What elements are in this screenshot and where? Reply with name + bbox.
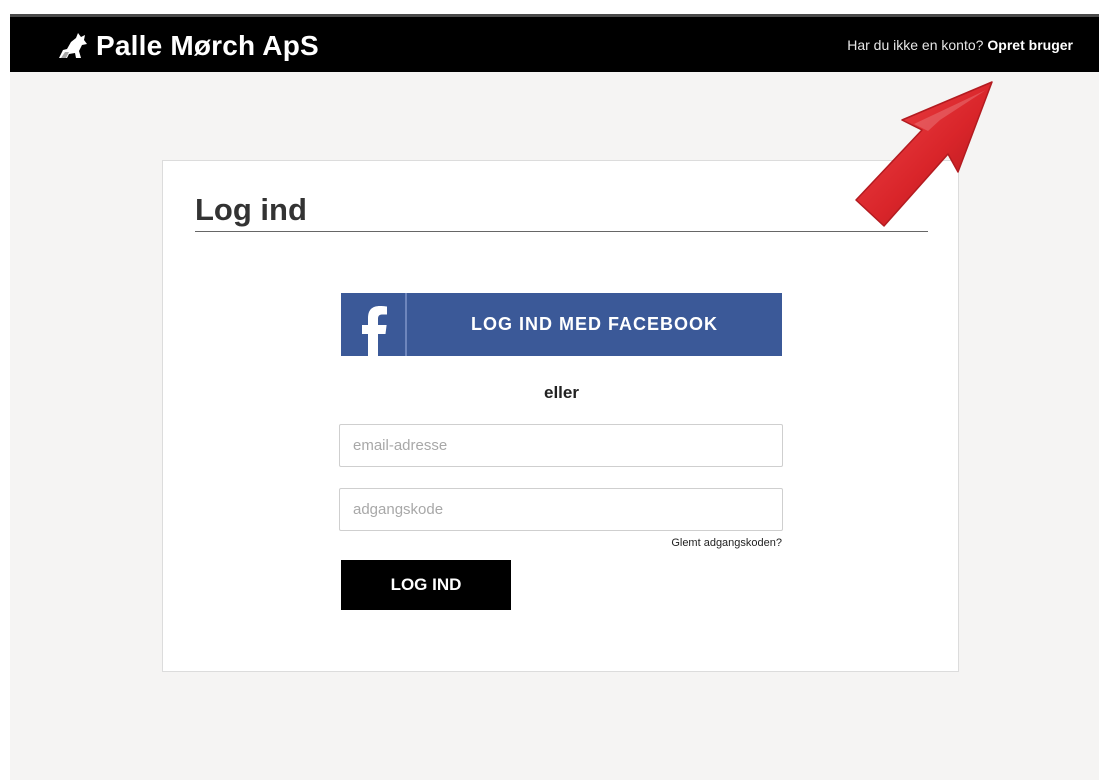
login-submit-button[interactable]: LOG IND — [341, 560, 511, 610]
dog-icon — [58, 32, 88, 60]
facebook-icon — [341, 293, 407, 356]
login-card: Log ind LOG IND MED FACEBOOK eller Glemt… — [162, 160, 959, 672]
brand-home-link[interactable]: Palle Mørch ApS — [58, 28, 319, 64]
or-divider-text: eller — [544, 383, 579, 402]
forgot-password-link[interactable]: Glemt adgangskoden? — [671, 537, 782, 549]
facebook-login-button[interactable]: LOG IND MED FACEBOOK — [341, 293, 782, 356]
password-field[interactable] — [339, 488, 783, 531]
account-prompt: Har du ikke en konto? Opret bruger — [847, 37, 1073, 53]
top-navigation-bar: Palle Mørch ApS Har du ikke en konto? Opr… — [10, 14, 1099, 72]
brand-name: Palle Mørch ApS — [96, 30, 319, 61]
email-field[interactable] — [339, 424, 783, 467]
account-question: Har du ikke en konto? — [847, 37, 984, 53]
screenshot-stage: Palle Mørch ApS Har du ikke en konto? Opr… — [0, 0, 1099, 780]
facebook-login-label: LOG IND MED FACEBOOK — [470, 314, 718, 334]
login-title: Log ind — [195, 191, 928, 232]
page: Palle Mørch ApS Har du ikke en konto? Opr… — [10, 14, 1099, 780]
signup-link[interactable]: Opret bruger — [987, 37, 1073, 53]
